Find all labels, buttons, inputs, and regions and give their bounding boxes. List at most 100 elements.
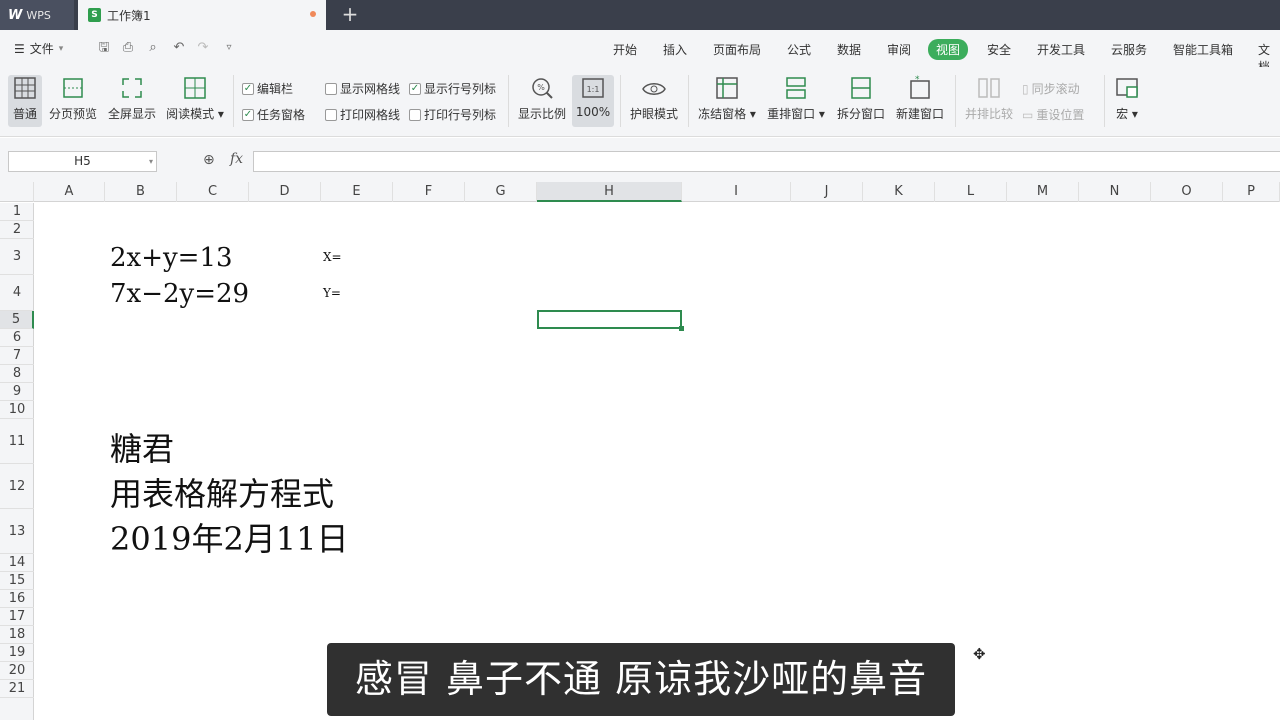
cell-b4[interactable]: 7x−2y=29 bbox=[110, 279, 249, 309]
freeze-panes-button[interactable]: 冻结窗格 ▾ bbox=[697, 75, 757, 127]
row-header[interactable]: 13 bbox=[0, 509, 34, 554]
row-header[interactable]: 20 bbox=[0, 662, 34, 680]
reset-position-button[interactable]: ▭ 重设位置 bbox=[1022, 106, 1084, 123]
zoom-button[interactable]: % 显示比例 bbox=[516, 75, 568, 127]
row-header[interactable]: 7 bbox=[0, 347, 34, 365]
print-preview-icon[interactable]: ⌕ bbox=[145, 40, 161, 56]
menu-developer[interactable]: 开发工具 bbox=[1037, 41, 1085, 58]
name-box[interactable]: H5 ▾ bbox=[8, 151, 157, 172]
column-header-i[interactable]: I bbox=[682, 182, 791, 202]
cell-b3[interactable]: 2x+y=13 bbox=[110, 243, 233, 273]
column-header-o[interactable]: O bbox=[1151, 182, 1223, 202]
freeze-panes-label: 冻结窗格 ▾ bbox=[698, 107, 756, 121]
chevron-down-icon: ▾ bbox=[148, 157, 153, 166]
zoom-100-button[interactable]: 1:1 100% bbox=[572, 75, 614, 127]
row-header[interactable]: 1 bbox=[0, 203, 34, 221]
menu-security[interactable]: 安全 bbox=[987, 41, 1011, 58]
column-header-p[interactable]: P bbox=[1223, 182, 1280, 202]
menu-data[interactable]: 数据 bbox=[837, 41, 861, 58]
formula-input[interactable] bbox=[253, 151, 1280, 172]
menu-formula[interactable]: 公式 bbox=[787, 41, 811, 58]
column-header-d[interactable]: D bbox=[249, 182, 321, 202]
menu-insert[interactable]: 插入 bbox=[663, 41, 687, 58]
split-window-button[interactable]: 拆分窗口 bbox=[834, 75, 888, 127]
column-header-n[interactable]: N bbox=[1079, 182, 1151, 202]
save-icon[interactable]: 🖫 bbox=[96, 40, 112, 56]
fullscreen-button[interactable]: 全屏显示 bbox=[106, 75, 158, 127]
sync-scroll-button[interactable]: ▯ 同步滚动 bbox=[1022, 80, 1080, 97]
redo-icon[interactable]: ↷ bbox=[195, 40, 211, 56]
arrange-windows-button[interactable]: 重排窗口 ▾ bbox=[766, 75, 826, 127]
column-header-f[interactable]: F bbox=[393, 182, 465, 202]
macro-button[interactable]: 宏 ▾ bbox=[1112, 75, 1142, 127]
column-header-j[interactable]: J bbox=[791, 182, 863, 202]
column-header-h[interactable]: H bbox=[537, 182, 682, 202]
row-header[interactable]: 12 bbox=[0, 464, 34, 509]
task-pane-checkbox[interactable]: ✓ 任务窗格 bbox=[242, 106, 305, 123]
column-header-g[interactable]: G bbox=[465, 182, 537, 202]
show-gridlines-checkbox[interactable]: 显示网格线 bbox=[325, 80, 400, 97]
column-header-b[interactable]: B bbox=[105, 182, 177, 202]
row-header[interactable]: 10 bbox=[0, 401, 34, 419]
select-all-corner[interactable] bbox=[0, 182, 34, 202]
undo-icon[interactable]: ↶ bbox=[171, 40, 187, 56]
row-header[interactable]: 5 bbox=[0, 311, 34, 329]
file-menu-button[interactable]: ☰ 文件 ▾ bbox=[14, 40, 63, 57]
function-icon[interactable]: fx bbox=[230, 151, 243, 167]
row-header[interactable]: 21 bbox=[0, 680, 34, 698]
column-header-l[interactable]: L bbox=[935, 182, 1007, 202]
formula-bar-checkbox[interactable]: ✓ 编辑栏 bbox=[242, 80, 293, 97]
row-header[interactable]: 18 bbox=[0, 626, 34, 644]
row-header[interactable]: 4 bbox=[0, 275, 34, 311]
menu-page-layout[interactable]: 页面布局 bbox=[713, 41, 761, 58]
print-gridlines-checkbox[interactable]: 打印网格线 bbox=[325, 106, 400, 123]
wps-home-tab[interactable]: W WPS bbox=[0, 0, 74, 30]
column-header-c[interactable]: C bbox=[177, 182, 249, 202]
row-header[interactable]: 14 bbox=[0, 554, 34, 572]
row-header[interactable]: 6 bbox=[0, 329, 34, 347]
document-tab[interactable]: S 工作簿1 bbox=[78, 0, 326, 30]
row-header[interactable]: 8 bbox=[0, 365, 34, 383]
svg-text:%: % bbox=[537, 83, 545, 92]
chevron-down-icon: ▾ bbox=[58, 43, 64, 54]
row-header[interactable]: 15 bbox=[0, 572, 34, 590]
print-icon[interactable]: ⎙ bbox=[120, 40, 136, 56]
row-header[interactable]: 2 bbox=[0, 221, 34, 239]
menu-view[interactable]: 视图 bbox=[928, 39, 969, 60]
cell-b11[interactable]: 糖君 bbox=[110, 424, 174, 470]
menu-home[interactable]: 开始 bbox=[613, 41, 637, 58]
row-header[interactable]: 17 bbox=[0, 608, 34, 626]
show-headers-checkbox[interactable]: ✓ 显示行号列标 bbox=[409, 80, 496, 97]
customize-icon[interactable]: ▿ bbox=[221, 40, 237, 56]
zoom-icon[interactable]: ⊕ bbox=[203, 152, 215, 168]
column-header-a[interactable]: A bbox=[34, 182, 105, 202]
cell-e3[interactable]: X= bbox=[323, 250, 342, 264]
menu-smart-toolbox[interactable]: 智能工具箱 bbox=[1173, 41, 1233, 58]
formula-bar-checkbox-label: 编辑栏 bbox=[257, 82, 294, 96]
cell-e4[interactable]: Y= bbox=[323, 286, 341, 300]
cell-b13[interactable]: 2019年2月11日 bbox=[110, 514, 349, 560]
row-header[interactable]: 3 bbox=[0, 239, 34, 275]
page-break-preview-button[interactable]: 分页预览 bbox=[47, 75, 99, 127]
row-header[interactable]: 11 bbox=[0, 419, 34, 464]
print-headers-checkbox[interactable]: 打印行号列标 bbox=[409, 106, 496, 123]
column-header-e[interactable]: E bbox=[321, 182, 393, 202]
row-header[interactable]: 16 bbox=[0, 590, 34, 608]
eye-protection-button[interactable]: 护眼模式 bbox=[628, 75, 680, 127]
column-header-k[interactable]: K bbox=[863, 182, 935, 202]
cell-b12[interactable]: 用表格解方程式 bbox=[110, 469, 334, 515]
new-window-button[interactable]: * 新建窗口 bbox=[894, 75, 946, 127]
side-by-side-button[interactable]: 并排比较 bbox=[963, 75, 1015, 127]
checkbox-checked-icon: ✓ bbox=[242, 108, 254, 121]
sync-scroll-label: 同步滚动 bbox=[1031, 82, 1080, 96]
row-header[interactable]: 9 bbox=[0, 383, 34, 401]
column-header-m[interactable]: M bbox=[1007, 182, 1079, 202]
ribbon-separator bbox=[233, 75, 234, 127]
new-tab-button[interactable]: + bbox=[338, 3, 362, 27]
menu-cloud[interactable]: 云服务 bbox=[1111, 41, 1147, 58]
row-header[interactable]: 19 bbox=[0, 644, 34, 662]
reading-mode-button[interactable]: 阅读模式 ▾ bbox=[165, 75, 225, 127]
selected-cell-h5[interactable] bbox=[537, 310, 684, 331]
normal-view-button[interactable]: 普通 bbox=[8, 75, 42, 127]
menu-review[interactable]: 审阅 bbox=[887, 41, 911, 58]
